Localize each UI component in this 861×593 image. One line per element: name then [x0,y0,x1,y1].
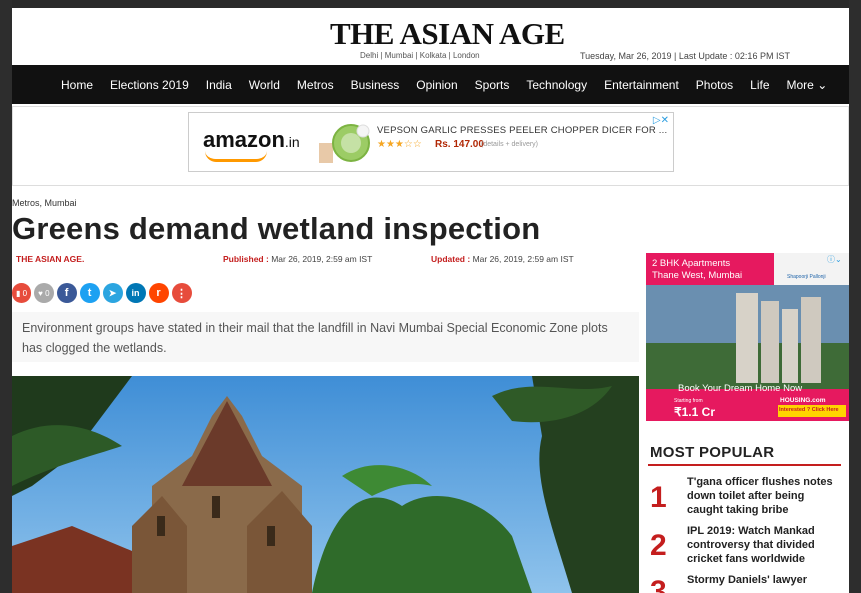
nav-sports[interactable]: Sports [466,78,518,92]
share-bar: ▮ 0 ♥ 0 f t ➤ in r ⋮ [12,283,192,303]
housing-logo: HOUSING.com [780,397,826,404]
amazon-smile-icon [205,151,267,162]
article-summary: Environment groups have stated in their … [12,312,639,362]
nav-metros[interactable]: Metros [288,78,342,92]
rank-number: 1 [650,481,667,514]
nav-more-dropdown[interactable]: More ⌄ [778,78,836,92]
amazon-logo: amazon.in [203,127,300,152]
ad-delivery-link[interactable]: (details + delivery) [481,141,538,148]
telegram-icon[interactable]: ➤ [102,283,123,303]
editions-list: Delhi | Mumbai | Kolkata | London [360,51,480,60]
linkedin-icon[interactable]: in [125,283,146,303]
nav-home[interactable]: Home [12,78,102,92]
author-byline[interactable]: THE ASIAN AGE. [16,254,84,264]
background-left [0,0,12,593]
nav-photos[interactable]: Photos [687,78,741,92]
popular-item-link[interactable]: IPL 2019: Watch Mankad controversy that … [687,524,837,566]
nav-entertainment[interactable]: Entertainment [596,78,688,92]
article-headline: Greens demand wetland inspection [12,211,541,246]
adchoices-icon[interactable]: ▷✕ [653,115,669,126]
rank-number: 2 [650,529,667,562]
nav-business[interactable]: Business [342,78,408,92]
nav-technology[interactable]: Technology [518,78,596,92]
nav-life[interactable]: Life [742,78,778,92]
breadcrumb[interactable]: Metros, Mumbai [12,198,77,208]
popular-item-link[interactable]: T'gana officer flushes notes down toilet… [687,475,837,517]
amazon-ad-banner[interactable]: amazon.in VEPSON GARLIC PRESSES PEELER C… [188,112,674,172]
comments-button[interactable]: ▮ 0 [12,283,32,303]
popular-item-link[interactable]: Stormy Daniels' lawyer [687,573,837,587]
ad-product-title[interactable]: VEPSON GARLIC PRESSES PEELER CHOPPER DIC… [377,125,667,136]
rank-number: 3 [650,575,667,593]
nav-india[interactable]: India [197,78,240,92]
right-ad-headline: 2 BHK Apartments Thane West, Mumbai [652,258,743,281]
reddit-icon[interactable]: r [148,283,169,303]
right-ad-click-here[interactable]: Interested ? Click Here [779,407,839,413]
heart-icon: ♥ [38,288,43,298]
page-container: THE ASIAN AGE Delhi | Mumbai | Kolkata |… [12,8,849,593]
article-photo [12,376,639,593]
dateline: Tuesday, Mar 26, 2019 | Last Update : 02… [580,51,790,61]
masthead: THE ASIAN AGE Delhi | Mumbai | Kolkata |… [12,8,849,65]
more-share-icon[interactable]: ⋮ [171,283,192,303]
right-ad-price-label: Starting from [674,398,703,404]
most-popular-heading: MOST POPULAR [650,444,775,461]
nav-world[interactable]: World [240,78,288,92]
comment-icon: ▮ [16,288,21,298]
like-button[interactable]: ♥ 0 [34,283,54,303]
updated-date: Updated : Mar 26, 2019, 2:59 am IST [431,254,574,264]
adchoices-icon[interactable]: ⓘ⌄ [827,254,842,265]
background-right [849,0,861,593]
nav-opinion[interactable]: Opinion [408,78,466,92]
divider [648,464,841,466]
facebook-icon[interactable]: f [56,283,77,303]
product-image [319,124,370,163]
main-nav: Home Elections 2019 India World Metros B… [12,65,849,104]
rating-stars-icon: ★★★☆☆ [377,139,422,150]
published-date: Published : Mar 26, 2019, 2:59 am IST [223,254,373,264]
nav-elections[interactable]: Elections 2019 [102,78,198,92]
right-ad-price: ₹1.1 Cr [674,405,715,419]
site-logo[interactable]: THE ASIAN AGE [330,16,565,52]
right-ad-cta[interactable]: Book Your Dream Home Now [678,383,802,394]
twitter-icon[interactable]: t [79,283,100,303]
ad-price: Rs. 147.00 [435,139,484,150]
shapoorji-logo: Shapoorji Pallonji [787,274,826,280]
